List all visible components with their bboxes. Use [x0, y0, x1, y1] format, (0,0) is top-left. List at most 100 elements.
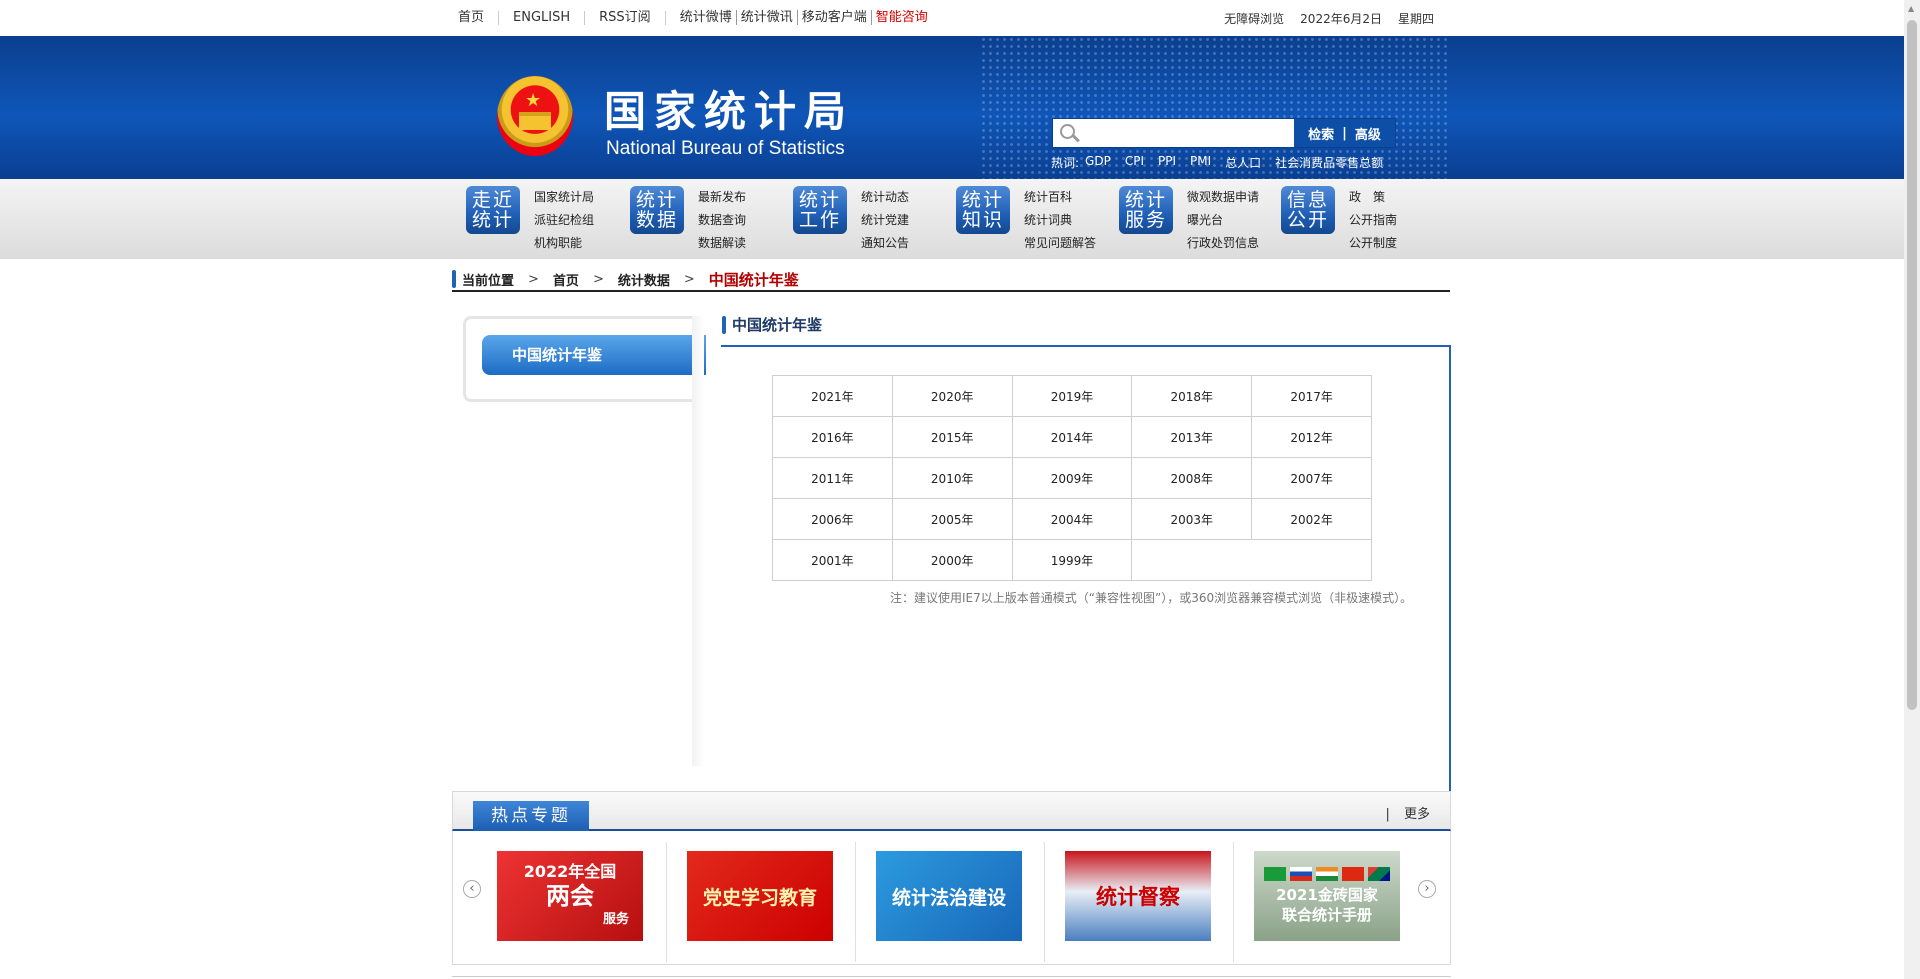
nav-link[interactable]: 统计动态 [861, 186, 909, 209]
year-link[interactable]: 2020年 [891, 375, 1013, 417]
nav-link[interactable]: 公开指南 [1349, 209, 1397, 232]
nav-link[interactable]: 公开制度 [1349, 232, 1397, 255]
rss-link[interactable]: RSS订阅 [584, 11, 665, 25]
hot-topics-header: 热点专题 | 更多 [452, 791, 1451, 831]
site-header [0, 36, 1904, 179]
year-link[interactable]: 2015年 [891, 416, 1013, 458]
english-link[interactable]: ENGLISH [498, 11, 584, 25]
main-title-text: 中国统计年鉴 [732, 316, 823, 334]
year-link[interactable]: 2013年 [1131, 416, 1253, 458]
slide-text: 服务 [602, 912, 629, 927]
nav-link[interactable]: 微观数据申请 [1187, 186, 1259, 209]
year-link[interactable]: 2006年 [772, 498, 893, 540]
nav-link[interactable]: 统计百科 [1024, 186, 1096, 209]
nav-box-about[interactable]: 走近 统计 [466, 186, 520, 234]
search-icon [1053, 119, 1083, 147]
slide-two-sessions[interactable]: 2022年全国 两会 服务 [497, 851, 643, 941]
hot-word[interactable]: 社会消费品零售总额 [1275, 154, 1383, 171]
scroll-up-icon[interactable]: ▲ [1908, 4, 1914, 13]
empty-cell [1131, 539, 1372, 581]
chevron-right-icon: > [683, 271, 695, 287]
year-link[interactable]: 2012年 [1251, 416, 1372, 458]
vertical-scrollbar[interactable]: ▲ [1904, 0, 1920, 979]
search-input[interactable] [1083, 119, 1293, 147]
hot-topics-tab[interactable]: 热点专题 [473, 801, 589, 831]
year-link[interactable]: 2010年 [891, 457, 1013, 499]
year-link[interactable]: 2000年 [891, 539, 1013, 581]
chevron-right-icon[interactable]: › [1418, 880, 1436, 898]
chevron-right-icon: > [528, 271, 539, 287]
hot-word[interactable]: PMI [1190, 154, 1211, 171]
advanced-search-button[interactable]: 高级 [1355, 124, 1381, 143]
nav-link[interactable]: 常见问题解答 [1024, 232, 1096, 255]
year-link[interactable]: 2005年 [891, 498, 1013, 540]
year-link[interactable]: 2014年 [1011, 416, 1133, 458]
flags-icon [1264, 867, 1390, 881]
smart-consult-link[interactable]: 智能咨询 [870, 10, 932, 25]
weixin-link[interactable]: 统计微讯 [735, 10, 797, 25]
search-button[interactable]: 检索 [1308, 124, 1334, 143]
year-link[interactable]: 1999年 [1011, 539, 1133, 581]
nav-link[interactable]: 统计党建 [861, 209, 909, 232]
nav-link[interactable]: 通知公告 [861, 232, 909, 255]
hot-word[interactable]: PPI [1158, 154, 1176, 171]
year-link[interactable]: 2018年 [1131, 375, 1253, 417]
year-link[interactable]: 2008年 [1131, 457, 1253, 499]
year-link[interactable]: 2011年 [772, 457, 893, 499]
more-separator: | [1385, 807, 1390, 822]
slide-statistics-law[interactable]: 统计法治建设 [876, 851, 1022, 941]
hot-words: 热词: GDP CPI PPI PMI 总人口 社会消费品零售总额 [1051, 154, 1397, 171]
nav-link[interactable]: 政 策 [1349, 186, 1397, 209]
search-separator: | [1342, 125, 1347, 141]
breadcrumb-section-link[interactable]: 统计数据 [618, 270, 670, 289]
hot-word[interactable]: GDP [1085, 154, 1111, 171]
nav-box-data[interactable]: 统计 数据 [630, 186, 684, 234]
accessibility-link[interactable]: 无障碍浏览 [1224, 10, 1284, 27]
year-link[interactable]: 2001年 [772, 539, 893, 581]
year-link[interactable]: 2003年 [1131, 498, 1253, 540]
sidebar-shadow [692, 316, 704, 766]
year-link[interactable]: 2021年 [772, 375, 893, 417]
year-link[interactable]: 2019年 [1011, 375, 1133, 417]
year-link[interactable]: 2017年 [1251, 375, 1372, 417]
slide-brics-handbook[interactable]: 2021金砖国家 联合统计手册 [1254, 851, 1400, 941]
mobile-client-link[interactable]: 移动客户端 [796, 10, 871, 25]
home-link[interactable]: 首页 [452, 11, 498, 25]
year-link[interactable]: 2004年 [1011, 498, 1133, 540]
national-emblem-logo[interactable]: ★ [497, 76, 573, 156]
nav-box-knowledge[interactable]: 统计 知识 [956, 186, 1010, 234]
breadcrumb-current: 中国统计年鉴 [708, 270, 799, 289]
slide-statistics-inspection[interactable]: 统计督察 [1065, 851, 1211, 941]
year-link[interactable]: 2016年 [772, 416, 893, 458]
hot-word[interactable]: CPI [1125, 154, 1144, 171]
nav-link[interactable]: 曝光台 [1187, 209, 1259, 232]
nav-link[interactable]: 行政处罚信息 [1187, 232, 1259, 255]
nav-box-service[interactable]: 统计 服务 [1119, 186, 1173, 234]
more-link[interactable]: 更多 [1404, 807, 1430, 822]
sidebar-item-yearbook[interactable]: 中国统计年鉴 [482, 335, 706, 375]
nav-link[interactable]: 统计词典 [1024, 209, 1096, 232]
carousel-divider [1233, 842, 1234, 962]
breadcrumb-home-link[interactable]: 首页 [553, 270, 579, 289]
carousel-divider [1044, 842, 1045, 962]
year-link[interactable]: 2009年 [1011, 457, 1133, 499]
site-title[interactable]: 国家统计局 [604, 78, 854, 139]
scrollbar-thumb[interactable] [1907, 20, 1917, 710]
hot-word[interactable]: 总人口 [1225, 154, 1261, 171]
nav-link[interactable]: 数据解读 [698, 232, 746, 255]
weibo-link[interactable]: 统计微博 [666, 10, 736, 25]
year-link[interactable]: 2007年 [1251, 457, 1372, 499]
nav-link[interactable]: 国家统计局 [534, 186, 594, 209]
nav-box-disclosure[interactable]: 信息 公开 [1281, 186, 1335, 234]
nav-link[interactable]: 最新发布 [698, 186, 746, 209]
chevron-left-icon[interactable]: ‹ [463, 880, 481, 898]
year-link[interactable]: 2002年 [1251, 498, 1372, 540]
slide-party-history[interactable]: 党史学习教育 [687, 851, 833, 941]
more-link-group: | 更多 [1385, 803, 1430, 822]
nav-link[interactable]: 数据查询 [698, 209, 746, 232]
nav-box-work[interactable]: 统计 工作 [793, 186, 847, 234]
slide-text: 2021金砖国家 [1276, 886, 1378, 904]
nav-link[interactable]: 机构职能 [534, 232, 594, 255]
nav-link[interactable]: 派驻纪检组 [534, 209, 594, 232]
current-weekday: 星期四 [1397, 11, 1434, 26]
